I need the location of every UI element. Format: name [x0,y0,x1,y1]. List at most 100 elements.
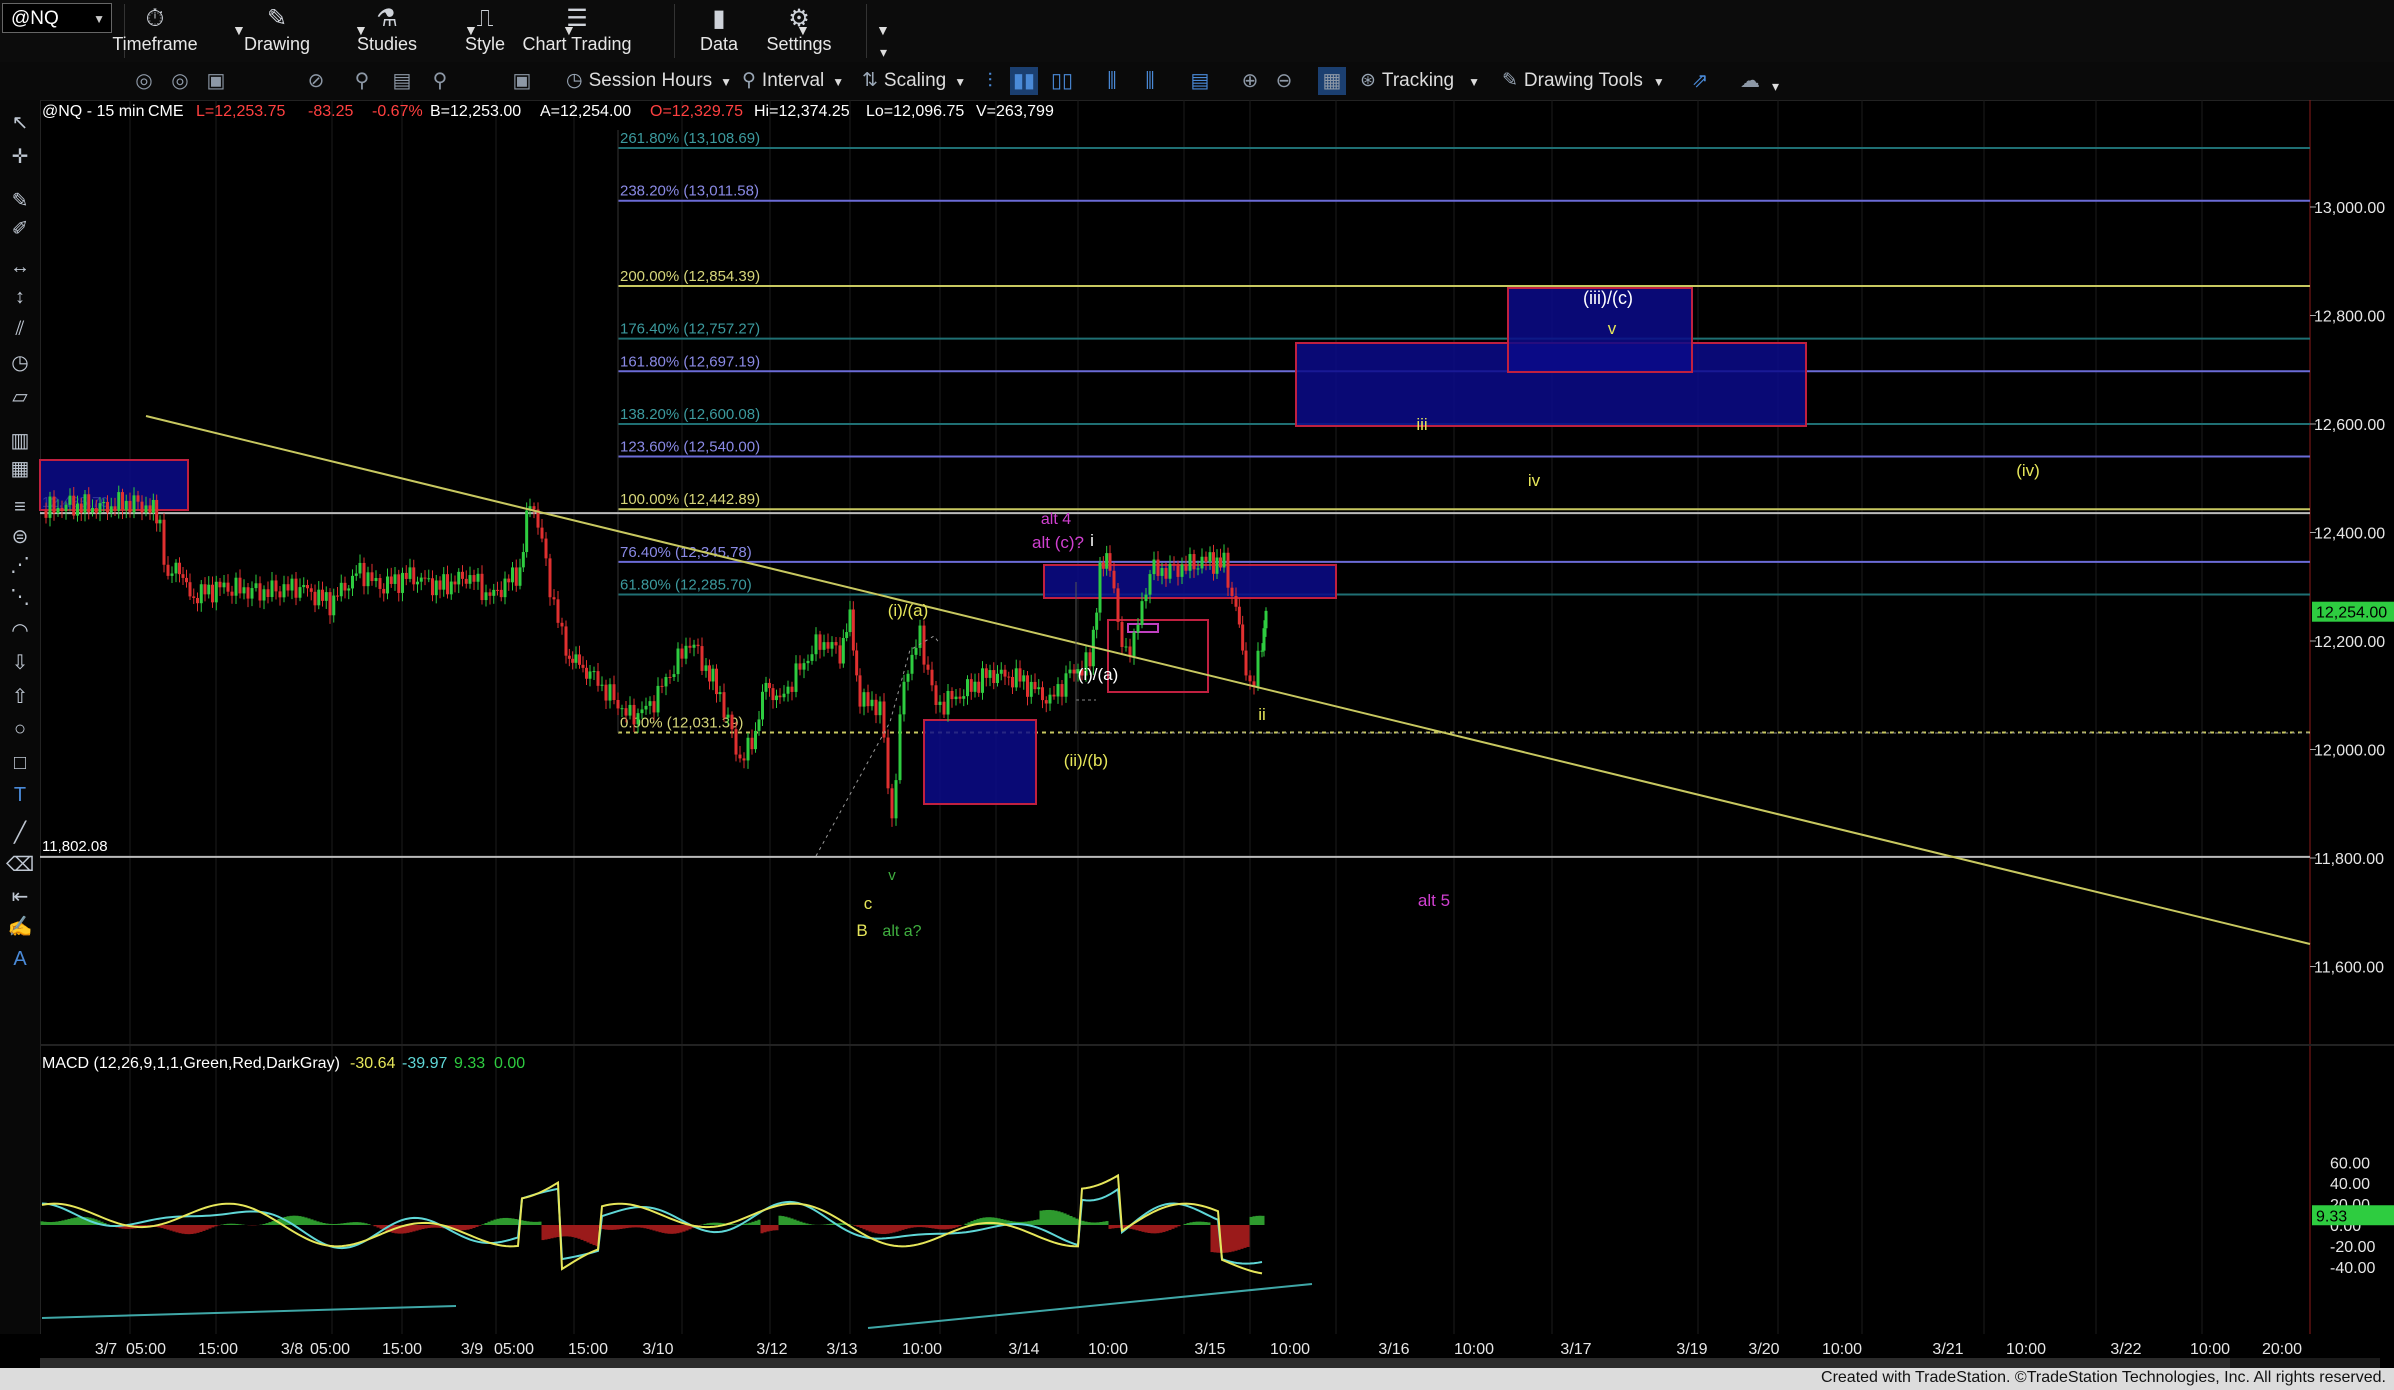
candle-body [680,648,684,659]
time-tick-label: 15:00 [198,1341,238,1358]
candle-body [552,597,556,600]
candle-body [922,625,926,665]
macd-tick-label: 60.00 [2330,1155,2370,1172]
macd-tick-label: -40.00 [2330,1260,2375,1277]
time-tick-label: 10:00 [2006,1341,2046,1358]
time-tick-label: 10:00 [1822,1341,1862,1358]
candle-body [648,701,652,706]
candle-body [446,574,449,595]
macd-panel: 60.0040.0020.000.00-20.00-40.009.33 [40,1155,2394,1329]
macd-current-label: 9.33 [2316,1208,2347,1225]
candle-body [492,589,496,596]
candle-body [898,714,902,781]
candle-body [91,507,94,513]
candle-body [1152,559,1156,575]
candle-body [1033,681,1037,690]
high-price: Hi=12,374.25 [754,103,850,120]
candle-body [124,500,128,511]
candle-body [567,655,571,659]
candle-body [540,527,544,539]
candle-body [588,671,592,679]
time-tick-label: 3/12 [756,1341,787,1358]
candle-body [722,692,726,718]
candle-body [981,668,984,693]
candle-body [324,592,328,601]
time-tick-label: 10:00 [1270,1341,1310,1358]
price-tick-label: 11,600.00 [2314,960,2384,977]
candle-body [306,585,309,589]
candle-body [511,567,514,583]
candle-body [578,654,581,665]
candle-body [711,668,715,682]
candle-body [378,578,382,589]
candle-body [1048,694,1052,704]
candle-body [328,592,332,616]
candle-body [1095,612,1099,630]
candle-body [434,580,438,596]
wave-label: ii [1258,705,1266,724]
low-price: Lo=12,096.75 [866,103,964,120]
candle-body [1003,669,1007,677]
candle-body [878,701,882,716]
open-price: O=12,329.75 [650,103,743,120]
candle-body [503,578,507,598]
candle-body [419,577,423,582]
candle-body [1192,554,1196,570]
candle-body [954,696,958,700]
candle-body [581,664,585,668]
candle-body [834,642,838,646]
ask-price: A=12,254.00 [540,103,631,120]
candle-body [521,552,525,568]
candle-body [313,591,317,606]
candle-body [274,580,278,592]
candle-body [688,645,692,648]
candle-body [874,699,878,716]
candle-body [962,696,966,699]
candle-body [246,587,250,599]
candle-body [286,584,290,591]
candle-body [117,492,121,511]
candle-body [1148,574,1152,595]
candle-body [389,576,393,584]
credit-text: Created with TradeStation. ©TradeStation… [1821,1369,2386,1386]
candle-body [958,696,962,699]
candle-body [234,577,238,596]
candle-body [700,646,704,671]
candle-body [656,685,660,713]
candle-body [830,642,834,649]
candle-body [374,578,378,582]
candle-body [668,677,672,679]
candle-body [992,670,996,684]
candle-body [393,574,397,584]
candle-body [102,501,106,504]
candle-body [841,637,845,664]
candle-body [1128,646,1132,657]
candle-body [170,573,174,576]
trendlines [145,415,2311,945]
candle-body [132,495,136,513]
wave-label: c [864,894,873,913]
candle-body [113,506,117,511]
candle-body [1188,554,1192,571]
candle-body [401,572,404,593]
candle-body [1226,552,1230,588]
fib-level-label: 176.40% (12,757.27) [620,321,760,338]
candle-body [332,595,336,616]
candle-body [1108,553,1112,571]
fib-level-label: 161.80% (12,697.19) [620,353,760,370]
candle-body [1144,594,1148,602]
candle-body [746,737,750,761]
candle-body [1160,568,1164,576]
candle-body [270,580,274,597]
candle-body [366,572,370,587]
candle-body [914,647,918,655]
candle-body [199,584,203,604]
fib-level-label: 123.60% (12,540.00) [620,439,760,456]
candle-body [969,679,973,692]
candle-body [1105,553,1109,569]
candle-body [507,578,511,583]
candle-body [1264,610,1268,629]
candle-body [838,645,842,664]
candle-body [242,587,246,594]
chart-canvas[interactable]: 261.80% (13,108.69) 238.20% (13,011.58) 20… [0,0,2394,1368]
